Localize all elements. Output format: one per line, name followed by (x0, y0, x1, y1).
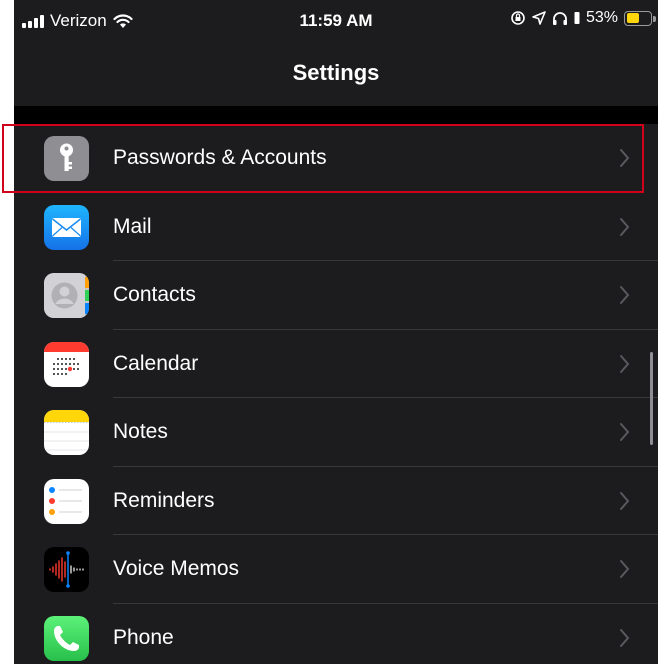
chevron-right-icon (620, 286, 630, 304)
chevron-right-icon (620, 628, 630, 647)
chevron-right-icon (620, 217, 630, 236)
settings-row-reminders[interactable]: Reminders (14, 467, 658, 535)
row-label: Phone (113, 625, 174, 649)
charging-icon (574, 12, 580, 24)
key-icon (44, 136, 89, 181)
chevron-right-icon (620, 354, 630, 373)
settings-list: Passwords & Accounts Mail Contacts Calen… (14, 124, 658, 664)
page-title: Settings (292, 60, 380, 85)
status-bar: Verizon 11:59 AM 53% (14, 0, 658, 44)
row-label: Calendar (113, 351, 199, 375)
headphones-icon (552, 12, 567, 25)
settings-row-notes[interactable]: Notes (14, 398, 658, 467)
battery-fill (626, 13, 639, 23)
location-icon (532, 11, 546, 25)
phone-icon (44, 615, 89, 661)
battery-percent: 53% (585, 9, 618, 26)
row-label: Voice Memos (113, 557, 240, 580)
reminders-icon (44, 478, 89, 524)
scrollbar[interactable] (650, 352, 653, 445)
battery-icon (624, 10, 656, 26)
settings-row-contacts[interactable]: Contacts (14, 261, 658, 330)
row-label: Mail (113, 214, 152, 238)
chevron-right-icon (620, 560, 630, 578)
status-right: 53% (510, 9, 656, 27)
navigation-bar: Settings (14, 44, 658, 106)
notes-icon (44, 410, 89, 455)
settings-row-calendar[interactable]: Calendar (14, 330, 658, 398)
row-label: Contacts (113, 283, 196, 306)
row-label: Passwords & Accounts (113, 146, 327, 169)
phone-screen: Verizon 11:59 AM 53% Settings Passwords … (14, 0, 658, 664)
settings-row-phone[interactable]: Phone (14, 604, 658, 664)
settings-row-passwords-accounts[interactable]: Passwords & Accounts (14, 124, 658, 193)
orientation-lock-icon (511, 11, 525, 25)
chevron-right-icon (620, 491, 630, 510)
chevron-right-icon (620, 149, 630, 167)
envelope-icon (44, 204, 89, 250)
waveform-icon (44, 547, 89, 592)
row-label: Reminders (113, 488, 215, 512)
settings-row-mail[interactable]: Mail (14, 193, 658, 261)
calendar-icon (44, 341, 89, 387)
row-label: Notes (113, 420, 168, 443)
chevron-right-icon (620, 423, 630, 441)
contacts-icon (44, 273, 89, 318)
settings-row-voice-memos[interactable]: Voice Memos (14, 535, 658, 604)
